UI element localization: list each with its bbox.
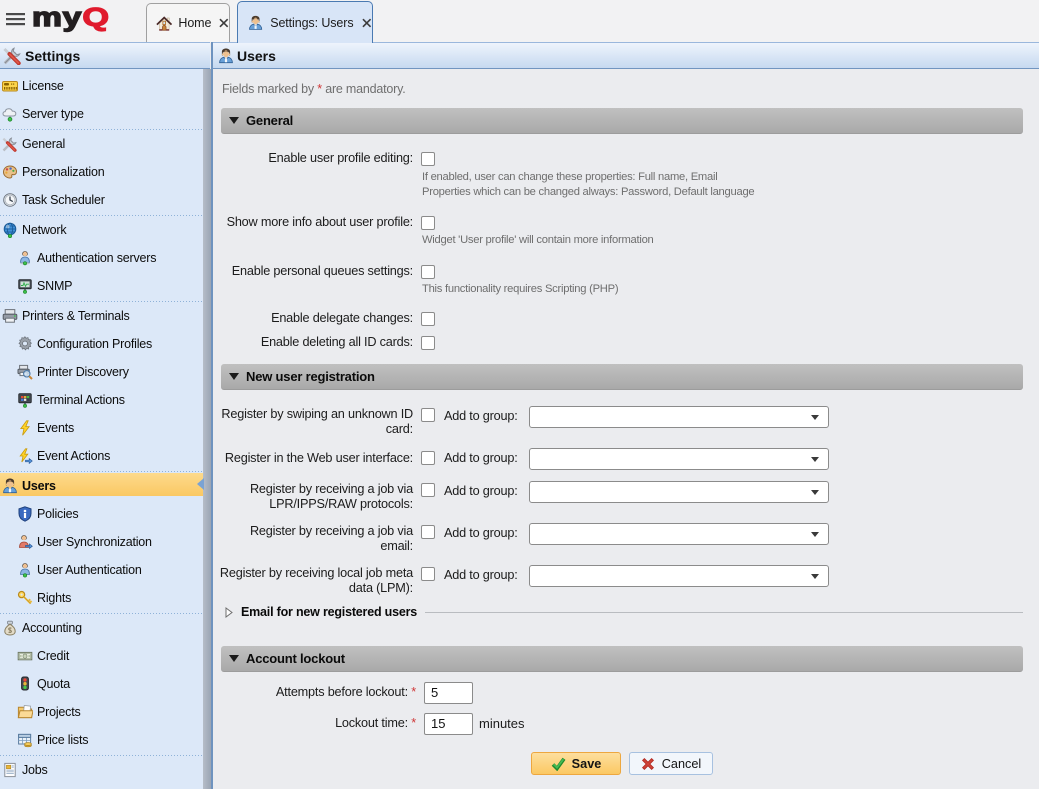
svg-text:my: my <box>32 4 82 32</box>
svg-text:Q: Q <box>82 4 109 32</box>
